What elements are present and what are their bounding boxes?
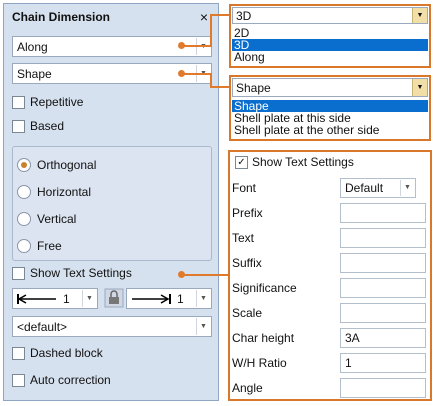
vertical-label: Vertical <box>37 212 77 226</box>
suffix-input[interactable] <box>340 253 426 273</box>
callout-line <box>182 274 228 276</box>
char-height-input[interactable]: 3A <box>340 328 426 348</box>
right-arrow-spinner[interactable]: 1 ▼ <box>126 288 212 309</box>
chevron-down-icon[interactable]: ▼ <box>400 180 414 196</box>
significance-row: Significance <box>230 275 430 300</box>
lock-icon[interactable] <box>104 288 124 308</box>
direction-options: 2D 3D Along <box>232 27 428 63</box>
callout-line <box>182 73 212 75</box>
option-other-side[interactable]: Shell plate at the other side <box>232 124 428 136</box>
chevron-down-icon[interactable]: ▼ <box>412 8 427 23</box>
callout-line <box>210 86 230 88</box>
reference-value: Shape <box>17 67 52 81</box>
based-label: Based <box>30 119 65 133</box>
free-label: Free <box>37 239 62 253</box>
option-along[interactable]: Along <box>232 51 428 63</box>
chevron-down-icon[interactable]: ▼ <box>196 318 210 335</box>
text-settings-header: Show Text Settings <box>252 155 354 169</box>
callout-line <box>210 14 212 47</box>
text-input[interactable] <box>340 228 426 248</box>
suffix-label: Suffix <box>232 256 262 270</box>
reference-combo[interactable]: Shape ▼ <box>232 78 428 97</box>
font-label: Font <box>232 181 257 195</box>
significance-input[interactable] <box>340 278 426 298</box>
orthogonal-label: Orthogonal <box>37 158 97 172</box>
font-value: Default <box>345 181 384 195</box>
direction-value: Along <box>17 40 48 54</box>
direction-dropdown-callout: 3D ▼ 2D 3D Along <box>229 4 431 68</box>
show-text-checkbox[interactable] <box>12 267 25 280</box>
text-row: Text <box>230 225 430 250</box>
wh-ratio-row: W/H Ratio 1 <box>230 350 430 375</box>
repetitive-checkbox[interactable] <box>12 96 25 109</box>
left-arrow-spinner[interactable]: 1 ▼ <box>12 288 98 309</box>
orientation-group: Orthogonal Horizontal Vertical Free <box>12 146 212 261</box>
check-icon[interactable]: ✓ <box>235 156 248 169</box>
text-settings-callout: ✓ Show Text Settings Font Default ▼ Pref… <box>228 150 432 401</box>
chain-dimension-panel: Chain Dimension × Along ▼ Shape ▼ Repeti… <box>3 3 219 401</box>
repetitive-label: Repetitive <box>30 95 84 109</box>
horizontal-radio[interactable] <box>17 185 31 199</box>
angle-row: Angle <box>230 375 430 400</box>
free-radio[interactable] <box>17 239 31 253</box>
vertical-radio[interactable] <box>17 212 31 226</box>
auto-correction-checkbox[interactable] <box>12 374 25 387</box>
chevron-down-icon[interactable]: ▼ <box>412 79 427 96</box>
direction-current: 3D <box>236 9 252 23</box>
reference-dropdown-callout: Shape ▼ Shape Shell plate at this side S… <box>229 75 431 141</box>
reference-options: Shape Shell plate at this side Shell pla… <box>232 100 428 136</box>
direction-combo[interactable]: 3D ▼ <box>232 7 428 24</box>
prefix-row: Prefix <box>230 200 430 225</box>
text-label: Text <box>232 231 255 245</box>
style-value: <default> <box>17 320 68 334</box>
scale-row: Scale <box>230 300 430 325</box>
wh-ratio-input[interactable]: 1 <box>340 353 426 373</box>
font-dropdown[interactable]: Default ▼ <box>340 178 416 198</box>
prefix-input[interactable] <box>340 203 426 223</box>
right-arrow-icon <box>132 294 171 304</box>
panel-title: Chain Dimension <box>12 10 111 24</box>
chevron-down-icon[interactable]: ▼ <box>82 290 96 307</box>
left-arrow-icon <box>17 294 56 304</box>
angle-input[interactable] <box>340 378 426 398</box>
auto-correction-label: Auto correction <box>30 373 111 387</box>
show-text-label: Show Text Settings <box>30 266 132 280</box>
style-dropdown[interactable]: <default> ▼ <box>12 316 212 337</box>
orthogonal-radio[interactable] <box>17 158 31 172</box>
scale-input[interactable] <box>340 303 426 323</box>
dashed-block-label: Dashed block <box>30 346 103 360</box>
char-height-row: Char height 3A <box>230 325 430 350</box>
callout-line <box>210 14 230 16</box>
scale-label: Scale <box>232 306 263 320</box>
font-row: Font Default ▼ <box>230 175 430 200</box>
char-height-label: Char height <box>232 331 295 345</box>
angle-label: Angle <box>232 381 263 395</box>
prefix-label: Prefix <box>232 206 263 220</box>
left-arrow-value: 1 <box>63 292 70 306</box>
callout-line <box>182 45 212 47</box>
suffix-row: Suffix <box>230 250 430 275</box>
reference-current: Shape <box>236 81 271 95</box>
right-arrow-value: 1 <box>177 292 184 306</box>
based-checkbox[interactable] <box>12 120 25 133</box>
chevron-down-icon[interactable]: ▼ <box>196 290 210 307</box>
dashed-block-checkbox[interactable] <box>12 347 25 360</box>
option-2d[interactable]: 2D <box>232 27 428 39</box>
wh-ratio-label: W/H Ratio <box>232 356 287 370</box>
significance-label: Significance <box>232 281 297 295</box>
horizontal-label: Horizontal <box>37 185 92 199</box>
